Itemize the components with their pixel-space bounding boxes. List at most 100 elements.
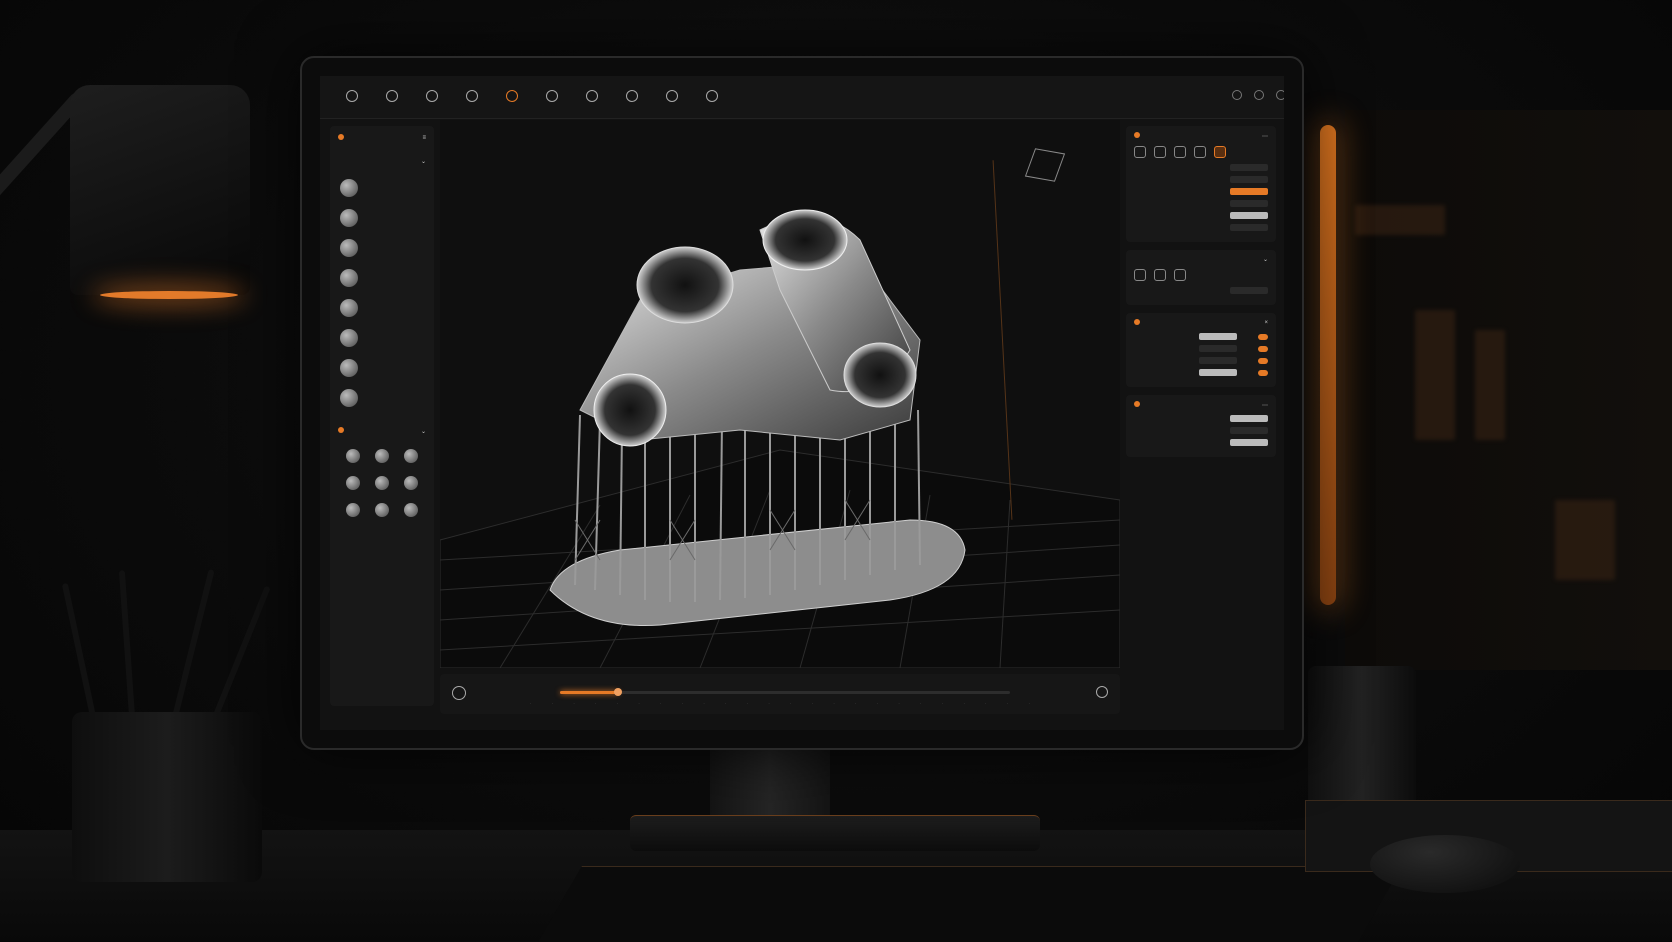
library-item[interactable] [340, 503, 365, 520]
play-icon[interactable] [452, 686, 466, 700]
value-field[interactable] [1230, 200, 1268, 207]
library-item[interactable] [399, 449, 424, 466]
model-list-item[interactable] [330, 263, 434, 293]
chevron-down-icon[interactable]: ⌄ [421, 428, 426, 435]
layer-tick: · [963, 701, 965, 706]
library-header[interactable]: ⌄ [330, 419, 434, 443]
layer-tick: · [1006, 701, 1009, 706]
layer-tick: · [551, 701, 554, 706]
jar [1308, 666, 1416, 816]
scale-icon[interactable] [1194, 146, 1206, 158]
slider[interactable] [1199, 345, 1237, 352]
library-item[interactable] [369, 503, 394, 520]
library-thumbnail [345, 503, 360, 517]
toolbar-home-button[interactable] [332, 89, 372, 105]
library-thumbnail [345, 449, 360, 463]
measure-icon [626, 89, 638, 102]
value-field[interactable] [1230, 164, 1268, 171]
value-field[interactable] [1230, 415, 1268, 422]
layer-tick: · [725, 701, 727, 706]
model-thumbnail [340, 179, 358, 197]
layer-slider[interactable] [560, 688, 1010, 696]
material-icon [1134, 401, 1140, 407]
support-icon[interactable] [1214, 146, 1226, 158]
library-item[interactable] [369, 449, 394, 466]
move-icon [426, 89, 438, 102]
model-list-item[interactable] [330, 353, 434, 383]
toolbar-support-button[interactable] [492, 89, 532, 105]
move-icon[interactable] [1134, 269, 1146, 281]
library-item[interactable] [340, 449, 365, 466]
layer-tick: · [920, 701, 922, 706]
model-thumbnail [340, 299, 358, 317]
mirror-icon[interactable] [1174, 146, 1186, 158]
toggle[interactable] [1258, 333, 1268, 340]
value-field[interactable] [1230, 176, 1268, 183]
model-list-item[interactable] [330, 383, 434, 413]
tool-icons [1134, 146, 1268, 158]
settings-icon [666, 89, 678, 102]
toolbar-move-button[interactable] [412, 89, 452, 105]
layer-ticks: · · · · · · · · · · · · · · · · · · · · · · · · [530, 701, 1030, 706]
close-icon[interactable] [1276, 90, 1284, 100]
layer-tick: · [703, 701, 705, 706]
value-field[interactable] [1230, 439, 1268, 446]
maximize-icon[interactable] [1254, 90, 1264, 100]
library-item[interactable] [399, 476, 424, 493]
settings-icon [1134, 132, 1140, 138]
layer-tick: · [530, 701, 532, 706]
value-field[interactable] [1230, 427, 1268, 434]
timeline-controls [1088, 686, 1108, 698]
pencil [170, 569, 215, 726]
toggle[interactable] [1258, 345, 1268, 352]
scale-icon[interactable] [1174, 269, 1186, 281]
more-icon[interactable]: ⋯ [1262, 133, 1268, 140]
model-list-item[interactable] [330, 293, 434, 323]
chevron-down-icon[interactable]: ⌄ [421, 158, 426, 165]
settings-icon[interactable] [1096, 686, 1108, 698]
toggle[interactable] [1258, 357, 1268, 364]
value-field[interactable] [1230, 287, 1268, 294]
toolbar-measure-button[interactable] [612, 89, 652, 105]
slider[interactable] [1199, 357, 1237, 364]
toolbar-slice-button[interactable] [572, 89, 612, 105]
selected-option[interactable] [1230, 188, 1268, 195]
more-icon[interactable]: ⋯ [1262, 402, 1268, 409]
close-icon[interactable]: × [1264, 320, 1268, 326]
model-list-item[interactable] [330, 173, 434, 203]
chevron-down-icon[interactable]: ⌄ [1263, 256, 1268, 263]
model-list-item[interactable] [330, 323, 434, 353]
rotate-icon[interactable] [1154, 269, 1166, 281]
menu-icon[interactable]: ≡ [422, 135, 426, 141]
layer-tick: · [833, 701, 835, 706]
computer-mouse [1370, 835, 1520, 893]
toolbar-rotate-button[interactable] [452, 89, 492, 105]
preview-icon [706, 89, 718, 102]
toolbar-settings-button[interactable] [652, 89, 692, 105]
cube-icon[interactable] [1134, 146, 1146, 158]
toggle[interactable] [1258, 369, 1268, 376]
model-thumbnail [340, 209, 358, 227]
value-field[interactable] [1230, 212, 1268, 219]
library-item[interactable] [399, 503, 424, 520]
library-item[interactable] [369, 476, 394, 493]
3d-viewport[interactable] [440, 120, 1120, 668]
library-thumbnail [374, 503, 389, 517]
library-item[interactable] [340, 476, 365, 493]
model-list-item[interactable] [330, 203, 434, 233]
layer-slider-handle[interactable] [614, 688, 623, 696]
minimize-icon[interactable] [1232, 90, 1242, 100]
model-thumbnail [340, 389, 358, 407]
section-header[interactable]: ⌄ [330, 150, 434, 173]
value-field[interactable] [1230, 224, 1268, 231]
toolbar-layers-button[interactable] [372, 89, 412, 105]
slider[interactable] [1199, 333, 1237, 340]
layer-tick: · [746, 701, 749, 706]
toolbar-orient-button[interactable] [532, 89, 572, 105]
slider[interactable] [1199, 369, 1237, 376]
library-thumbnail [404, 476, 419, 490]
model-list-item[interactable] [330, 233, 434, 263]
copy-icon[interactable] [1154, 146, 1166, 158]
layer-tick: · [985, 701, 987, 706]
toolbar-preview-button[interactable] [692, 89, 732, 105]
